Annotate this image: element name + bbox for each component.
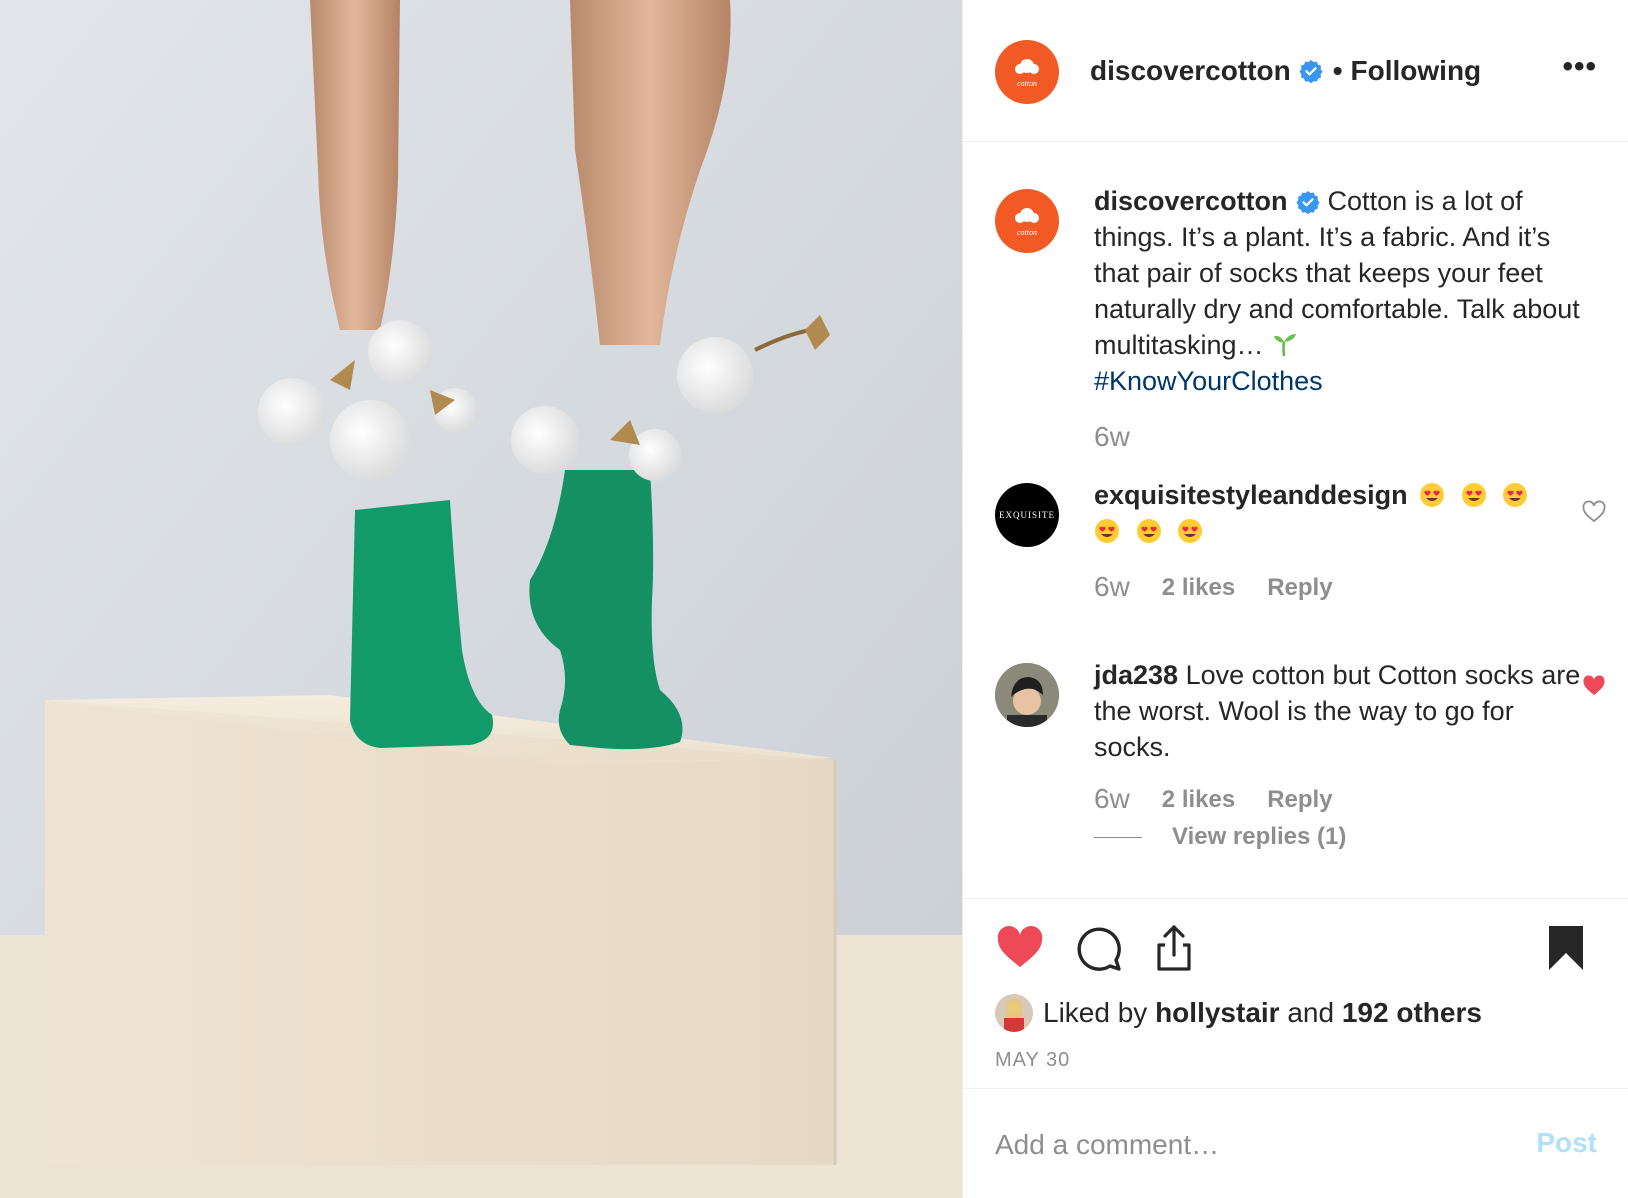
comment-username[interactable]: jda238 <box>1094 660 1178 690</box>
comment-likes[interactable]: 2 likes <box>1162 783 1235 815</box>
post-header: cotton discovercotton • Following ••• <box>963 0 1628 142</box>
liked-by-prefix: Liked by <box>1043 997 1148 1028</box>
heart-eyes-emoji-icon <box>1503 483 1528 507</box>
like-comment-heart-icon[interactable] <box>1581 499 1607 525</box>
verified-badge-icon <box>1299 60 1323 83</box>
caption-timestamp[interactable]: 6w <box>1094 421 1130 453</box>
author-avatar[interactable]: cotton <box>995 40 1059 104</box>
caption-author-avatar[interactable]: cotton <box>995 189 1059 253</box>
user-photo-icon <box>995 663 1059 727</box>
heart-eyes-emoji-icon <box>1178 519 1203 543</box>
heart-eyes-emoji-icon <box>1420 483 1445 507</box>
liker-avatar[interactable] <box>995 994 1033 1032</box>
caption-hashtag[interactable]: #KnowYourClothes <box>1094 366 1323 396</box>
commenter-avatar[interactable] <box>995 663 1059 727</box>
liked-by-others[interactable]: 192 others <box>1342 997 1482 1029</box>
exquisite-logo: EXQUISITE <box>999 510 1055 520</box>
more-options-button[interactable]: ••• <box>1562 50 1597 84</box>
comment-timestamp[interactable]: 6w <box>1094 783 1130 815</box>
comment-meta: 6w 2 likes Reply <box>1094 571 1333 603</box>
view-replies-label: View replies (1) <box>1172 823 1347 850</box>
caption-username[interactable]: discovercotton <box>1094 186 1288 216</box>
heart-eyes-emoji-icon <box>1136 519 1161 543</box>
saved-bookmark-icon[interactable] <box>1541 923 1591 973</box>
post-photo[interactable] <box>0 0 962 1198</box>
comment-username[interactable]: exquisitestyleanddesign <box>1094 480 1408 510</box>
likes-summary: Liked by hollystair and 192 others <box>995 994 1482 1032</box>
comment-input[interactable] <box>995 1125 1495 1165</box>
post-image <box>0 0 962 1198</box>
comment-text-block: exquisitestyleanddesign <box>1094 477 1594 549</box>
logo-text: cotton <box>1017 79 1037 88</box>
comment-likes[interactable]: 2 likes <box>1162 571 1235 603</box>
caption-meta: 6w <box>1094 421 1130 453</box>
verified-badge-icon <box>1295 191 1320 214</box>
cotton-logo-icon: cotton <box>1015 208 1039 237</box>
add-comment-section: Post <box>963 1088 1628 1198</box>
seedling-emoji-icon <box>1273 334 1296 357</box>
author-username[interactable]: discovercotton <box>1090 55 1291 87</box>
post-sidebar: cotton discovercotton • Following ••• co… <box>962 0 1628 1198</box>
comment-timestamp[interactable]: 6w <box>1094 571 1130 603</box>
logo-text: cotton <box>1017 228 1037 237</box>
liked-by-user[interactable]: hollystair <box>1155 997 1279 1029</box>
separator-dot: • <box>1332 55 1343 86</box>
comment-bubble-icon[interactable] <box>1073 923 1123 973</box>
header-user-row: discovercotton • Following <box>1090 55 1481 87</box>
share-icon[interactable] <box>1149 923 1199 973</box>
comments-list[interactable]: cotton discovercotton Cotton is a lot of … <box>963 143 1628 898</box>
replies-divider-line <box>1094 836 1142 838</box>
liker-photo-icon <box>995 994 1033 1032</box>
liked-by-and: and <box>1287 997 1335 1028</box>
comment-meta: 6w 2 likes Reply <box>1094 783 1333 815</box>
caption-text-block: discovercotton Cotton is a lot of things.… <box>1094 183 1594 399</box>
post-comment-button[interactable]: Post <box>1536 1127 1597 1159</box>
post-date[interactable]: MAY 30 <box>995 1049 1070 1072</box>
post-actions: Liked by hollystair and 192 others MAY 3… <box>963 898 1628 1088</box>
cotton-logo-icon: cotton <box>1015 59 1039 88</box>
liked-comment-heart-icon[interactable] <box>1581 673 1607 699</box>
heart-eyes-emoji-icon <box>1095 519 1119 543</box>
heart-eyes-emoji-icon <box>1461 483 1486 507</box>
commenter-avatar[interactable]: EXQUISITE <box>995 483 1059 547</box>
following-button[interactable]: Following <box>1351 55 1482 87</box>
reply-button[interactable]: Reply <box>1267 571 1332 603</box>
comment-text-block: jda238 Love cotton but Cotton socks are … <box>1094 657 1594 765</box>
view-replies-button[interactable]: View replies (1) <box>1094 823 1346 851</box>
like-heart-icon[interactable] <box>995 923 1045 973</box>
reply-button[interactable]: Reply <box>1267 783 1332 815</box>
